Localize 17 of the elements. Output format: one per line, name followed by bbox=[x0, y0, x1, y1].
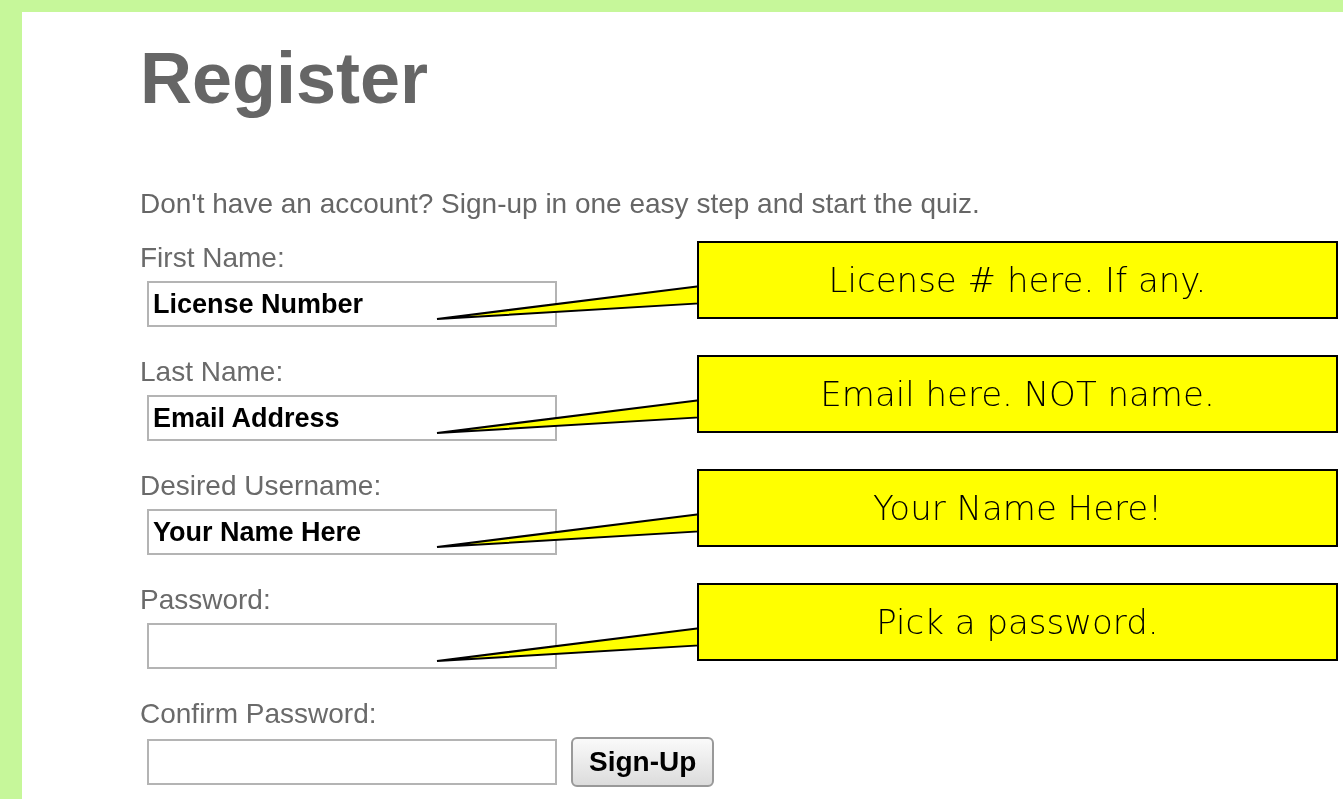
field-label: Last Name: bbox=[140, 355, 285, 389]
input-field[interactable] bbox=[147, 739, 557, 785]
field-label: First Name: bbox=[140, 241, 286, 275]
input-field[interactable]: Your Name Here bbox=[147, 509, 557, 555]
callout-box: Your Name Here! bbox=[697, 469, 1338, 547]
input-field[interactable]: Email Address bbox=[147, 395, 557, 441]
intro-text: Don't have an account? Sign-up in one easy step and start the quiz. bbox=[140, 187, 981, 221]
input-field[interactable]: License Number bbox=[147, 281, 557, 327]
callout-box: Email here. NOT name. bbox=[697, 355, 1338, 433]
input-field[interactable] bbox=[147, 623, 557, 669]
field-label: Desired Username: bbox=[140, 469, 383, 503]
callout-box: Pick a password. bbox=[697, 583, 1338, 661]
callout-box: License # here. If any. bbox=[697, 241, 1338, 319]
field-label: Password: bbox=[140, 583, 272, 617]
page-title: Register bbox=[140, 38, 430, 118]
field-label: Confirm Password: bbox=[140, 697, 378, 731]
sign-up-button[interactable]: Sign-Up bbox=[571, 737, 715, 787]
